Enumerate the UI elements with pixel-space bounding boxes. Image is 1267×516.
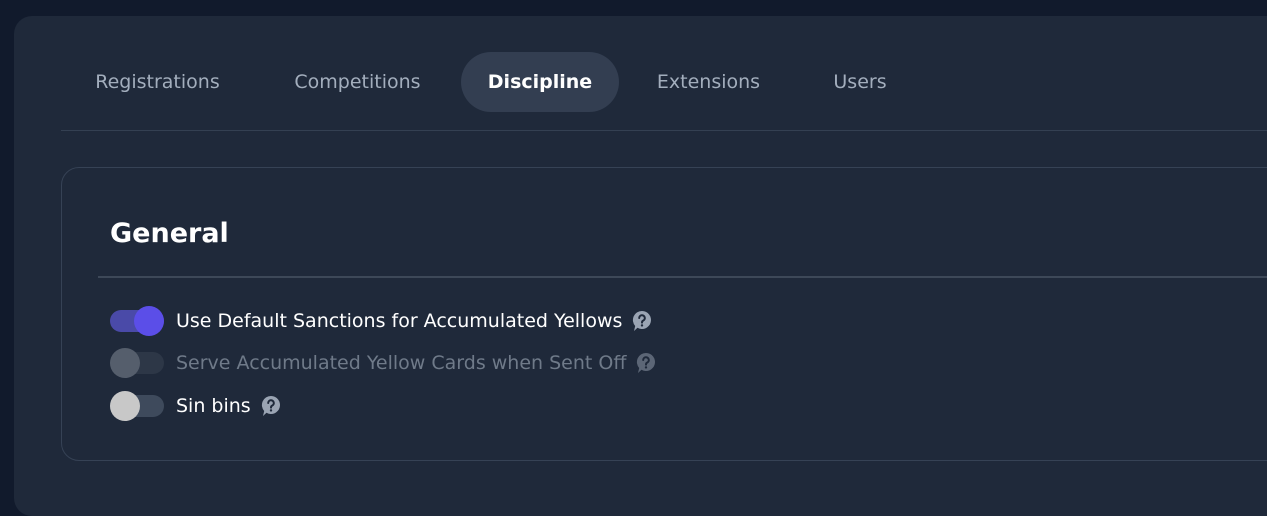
default-sanctions-toggle[interactable] bbox=[110, 306, 164, 336]
tab-users[interactable]: Users bbox=[801, 52, 919, 112]
tab-competitions[interactable]: Competitions bbox=[261, 52, 454, 112]
toggle-knob bbox=[110, 391, 140, 421]
tab-bar: Registrations Competitions Discipline Ex… bbox=[61, 52, 1267, 131]
toggle-knob bbox=[134, 306, 164, 336]
setting-default-sanctions: Use Default Sanctions for Accumulated Ye… bbox=[110, 306, 652, 336]
help-icon[interactable] bbox=[261, 395, 281, 417]
help-icon[interactable] bbox=[632, 310, 652, 332]
setting-label: Serve Accumulated Yellow Cards when Sent… bbox=[176, 352, 627, 374]
setting-label: Use Default Sanctions for Accumulated Ye… bbox=[176, 310, 623, 332]
setting-serve-yellows: Serve Accumulated Yellow Cards when Sent… bbox=[110, 348, 656, 378]
sin-bins-toggle[interactable] bbox=[110, 391, 164, 421]
tab-discipline[interactable]: Discipline bbox=[461, 52, 619, 112]
section-title: General bbox=[110, 218, 229, 249]
tab-extensions[interactable]: Extensions bbox=[626, 52, 791, 112]
setting-sin-bins: Sin bins bbox=[110, 391, 281, 421]
setting-label: Sin bins bbox=[176, 395, 251, 417]
toggle-knob bbox=[110, 348, 140, 378]
tab-registrations[interactable]: Registrations bbox=[61, 52, 254, 112]
serve-yellows-toggle[interactable] bbox=[110, 348, 164, 378]
section-divider bbox=[98, 276, 1267, 278]
help-icon[interactable] bbox=[636, 352, 656, 374]
